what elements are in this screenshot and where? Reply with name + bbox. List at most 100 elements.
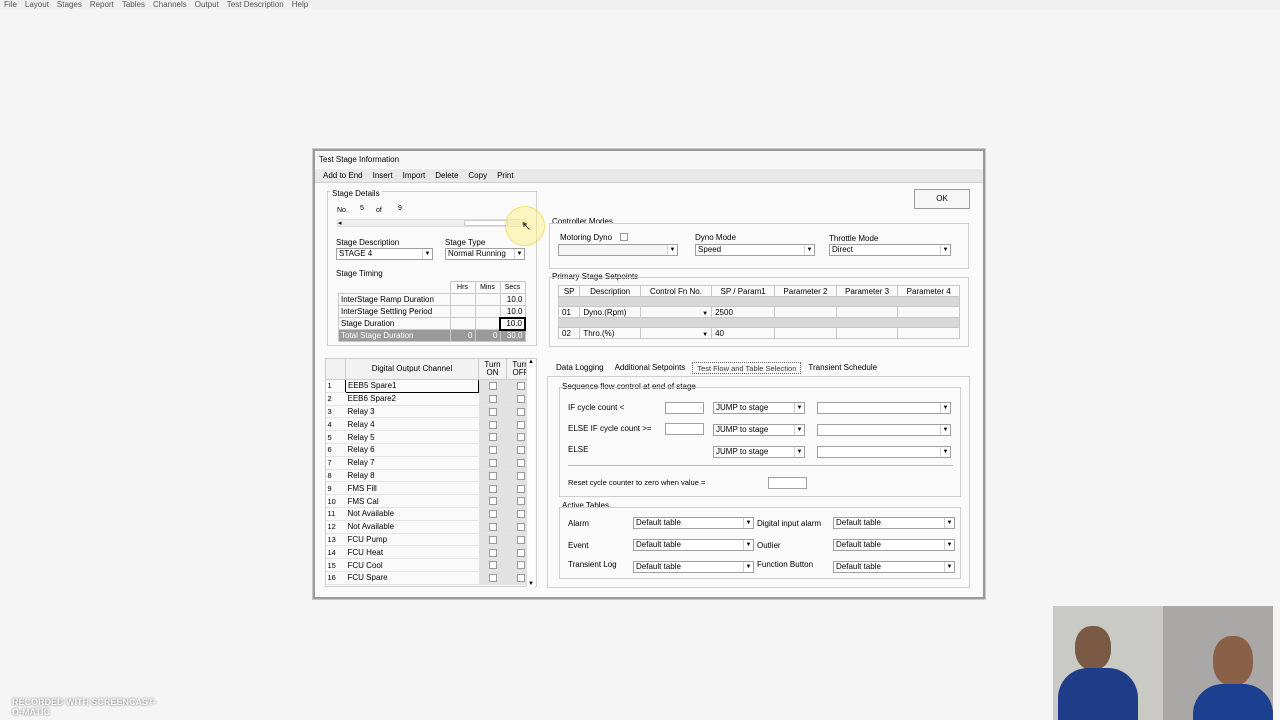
menu-stages[interactable]: Stages: [57, 0, 82, 9]
transient-log-select[interactable]: Default table ▼: [633, 561, 754, 573]
turn-on-checkbox[interactable]: [488, 420, 497, 429]
menu-output[interactable]: Output: [195, 0, 219, 9]
channel-name[interactable]: FCU Cool: [345, 558, 479, 572]
table-row[interactable]: 3 Relay 3: [325, 405, 535, 419]
turn-on-checkbox[interactable]: [488, 433, 497, 442]
event-table-select[interactable]: Default table ▼: [633, 539, 754, 551]
if-cycle-count-input[interactable]: [665, 402, 704, 414]
menu-layout[interactable]: Layout: [25, 0, 49, 9]
turn-off-checkbox[interactable]: [516, 446, 525, 455]
sp-description[interactable]: Dyno.(Rpm): [579, 306, 641, 318]
else-jump-select[interactable]: JUMP to stage ▼: [713, 446, 805, 458]
turn-on-checkbox[interactable]: [488, 395, 497, 404]
table-row[interactable]: 15 FCU Cool: [325, 558, 535, 572]
throttle-mode-select[interactable]: Direct ▼: [829, 244, 951, 256]
channel-name[interactable]: FMS Cal: [345, 494, 479, 508]
table-row[interactable]: 6 Relay 6: [325, 443, 535, 457]
turn-on-checkbox[interactable]: [488, 574, 497, 583]
turn-on-checkbox[interactable]: [488, 407, 497, 416]
turn-on-checkbox[interactable]: [488, 535, 497, 544]
turn-off-checkbox[interactable]: [516, 535, 525, 544]
dyno-mode-select[interactable]: Speed ▼: [695, 244, 815, 256]
table-row[interactable]: 12 Not Available: [325, 520, 535, 534]
timing-hrs[interactable]: [449, 293, 476, 306]
channel-name[interactable]: FCU Heat: [345, 545, 479, 560]
table-row[interactable]: 8 Relay 8: [325, 469, 535, 483]
sp-param2[interactable]: [774, 327, 837, 339]
turn-off-checkbox[interactable]: [516, 407, 525, 416]
timing-mins[interactable]: [474, 305, 501, 318]
turn-off-checkbox[interactable]: [516, 420, 525, 429]
table-row[interactable]: 02 Thro.(%) ▼ 40: [557, 327, 960, 339]
menu-add-to-end[interactable]: Add to End: [323, 169, 363, 182]
turn-off-checkbox[interactable]: [516, 574, 525, 583]
channel-name[interactable]: Relay 3: [345, 405, 479, 419]
motoring-dyno-select[interactable]: ▼: [558, 244, 678, 256]
control-fn-select[interactable]: ▼: [639, 327, 713, 339]
turn-on-checkbox[interactable]: [488, 497, 497, 506]
function-button-select[interactable]: Default table ▼: [833, 561, 955, 573]
if-stage-select[interactable]: ▼: [817, 402, 951, 414]
menu-copy[interactable]: Copy: [468, 169, 487, 182]
turn-off-checkbox[interactable]: [516, 395, 525, 404]
turn-off-checkbox[interactable]: [516, 561, 525, 570]
table-row[interactable]: 1 EEB5 Spare1: [325, 379, 535, 393]
if-jump-select[interactable]: JUMP to stage ▼: [713, 402, 805, 414]
channel-name[interactable]: Relay 7: [345, 456, 479, 470]
turn-off-checkbox[interactable]: [516, 382, 525, 391]
menu-test-description[interactable]: Test Description: [227, 0, 284, 9]
else-if-stage-select[interactable]: ▼: [817, 424, 951, 436]
turn-on-checkbox[interactable]: [488, 523, 497, 532]
menu-tables[interactable]: Tables: [122, 0, 145, 9]
sp-param3[interactable]: [835, 306, 899, 318]
outlier-table-select[interactable]: Default table ▼: [833, 539, 955, 551]
ok-button[interactable]: OK: [914, 189, 970, 209]
timing-secs[interactable]: 10.0: [499, 293, 526, 306]
turn-off-checkbox[interactable]: [516, 459, 525, 468]
menu-channels[interactable]: Channels: [153, 0, 187, 9]
table-row[interactable]: 13 FCU Pump: [325, 533, 535, 547]
else-if-jump-select[interactable]: JUMP to stage ▼: [713, 424, 805, 436]
timing-mins[interactable]: [474, 317, 501, 330]
channel-name[interactable]: FMS Fill: [345, 481, 479, 496]
table-row[interactable]: 14 FCU Heat: [325, 545, 535, 560]
tab-additional-setpoints[interactable]: Additional Setpoints: [611, 362, 690, 374]
menu-report[interactable]: Report: [90, 0, 114, 9]
sp-param1[interactable]: 2500: [711, 306, 776, 318]
turn-on-checkbox[interactable]: [488, 446, 497, 455]
menu-import[interactable]: Import: [403, 169, 426, 182]
channel-name[interactable]: Relay 6: [345, 443, 479, 457]
tab-test-flow[interactable]: Test Flow and Table Selection: [692, 362, 802, 374]
timing-mins[interactable]: [474, 293, 501, 306]
else-if-cycle-count-input[interactable]: [665, 423, 704, 435]
sp-param2[interactable]: [774, 306, 837, 318]
turn-off-checkbox[interactable]: [516, 497, 525, 506]
sp-description[interactable]: Thro.(%): [579, 327, 641, 339]
table-row[interactable]: 4 Relay 4: [325, 417, 535, 432]
scroll-up-icon[interactable]: ▲: [527, 359, 535, 365]
menu-delete[interactable]: Delete: [435, 169, 458, 182]
digital-input-alarm-select[interactable]: Default table ▼: [833, 517, 955, 529]
stage-type-select[interactable]: Normal Running ▼: [445, 248, 525, 260]
channel-name[interactable]: FCU Pump: [345, 533, 479, 547]
channel-name[interactable]: Relay 5: [345, 430, 479, 444]
timing-hrs[interactable]: [449, 317, 476, 330]
turn-off-checkbox[interactable]: [516, 548, 525, 557]
menu-file[interactable]: File: [4, 0, 17, 9]
channel-name[interactable]: Relay 8: [345, 469, 479, 483]
timing-hrs[interactable]: [449, 305, 476, 318]
turn-on-checkbox[interactable]: [488, 484, 497, 493]
menu-insert[interactable]: Insert: [373, 169, 393, 182]
turn-on-checkbox[interactable]: [488, 561, 497, 570]
table-row[interactable]: 11 Not Available: [325, 507, 535, 521]
stage-scrollbar[interactable]: ◂ ▸: [337, 219, 527, 227]
digital-output-scrollbar[interactable]: ▲ ▼: [526, 359, 535, 587]
timing-secs[interactable]: 10.0: [499, 316, 526, 331]
turn-on-checkbox[interactable]: [488, 459, 497, 468]
scroll-left-arrow-icon[interactable]: ◂: [338, 219, 342, 227]
scroll-down-icon[interactable]: ▼: [527, 581, 535, 587]
sp-param4[interactable]: [897, 306, 960, 318]
stage-scroll-thumb[interactable]: [464, 220, 508, 226]
timing-secs[interactable]: 10.0: [499, 305, 526, 318]
channel-name[interactable]: EEB6 Spare2: [345, 392, 479, 406]
